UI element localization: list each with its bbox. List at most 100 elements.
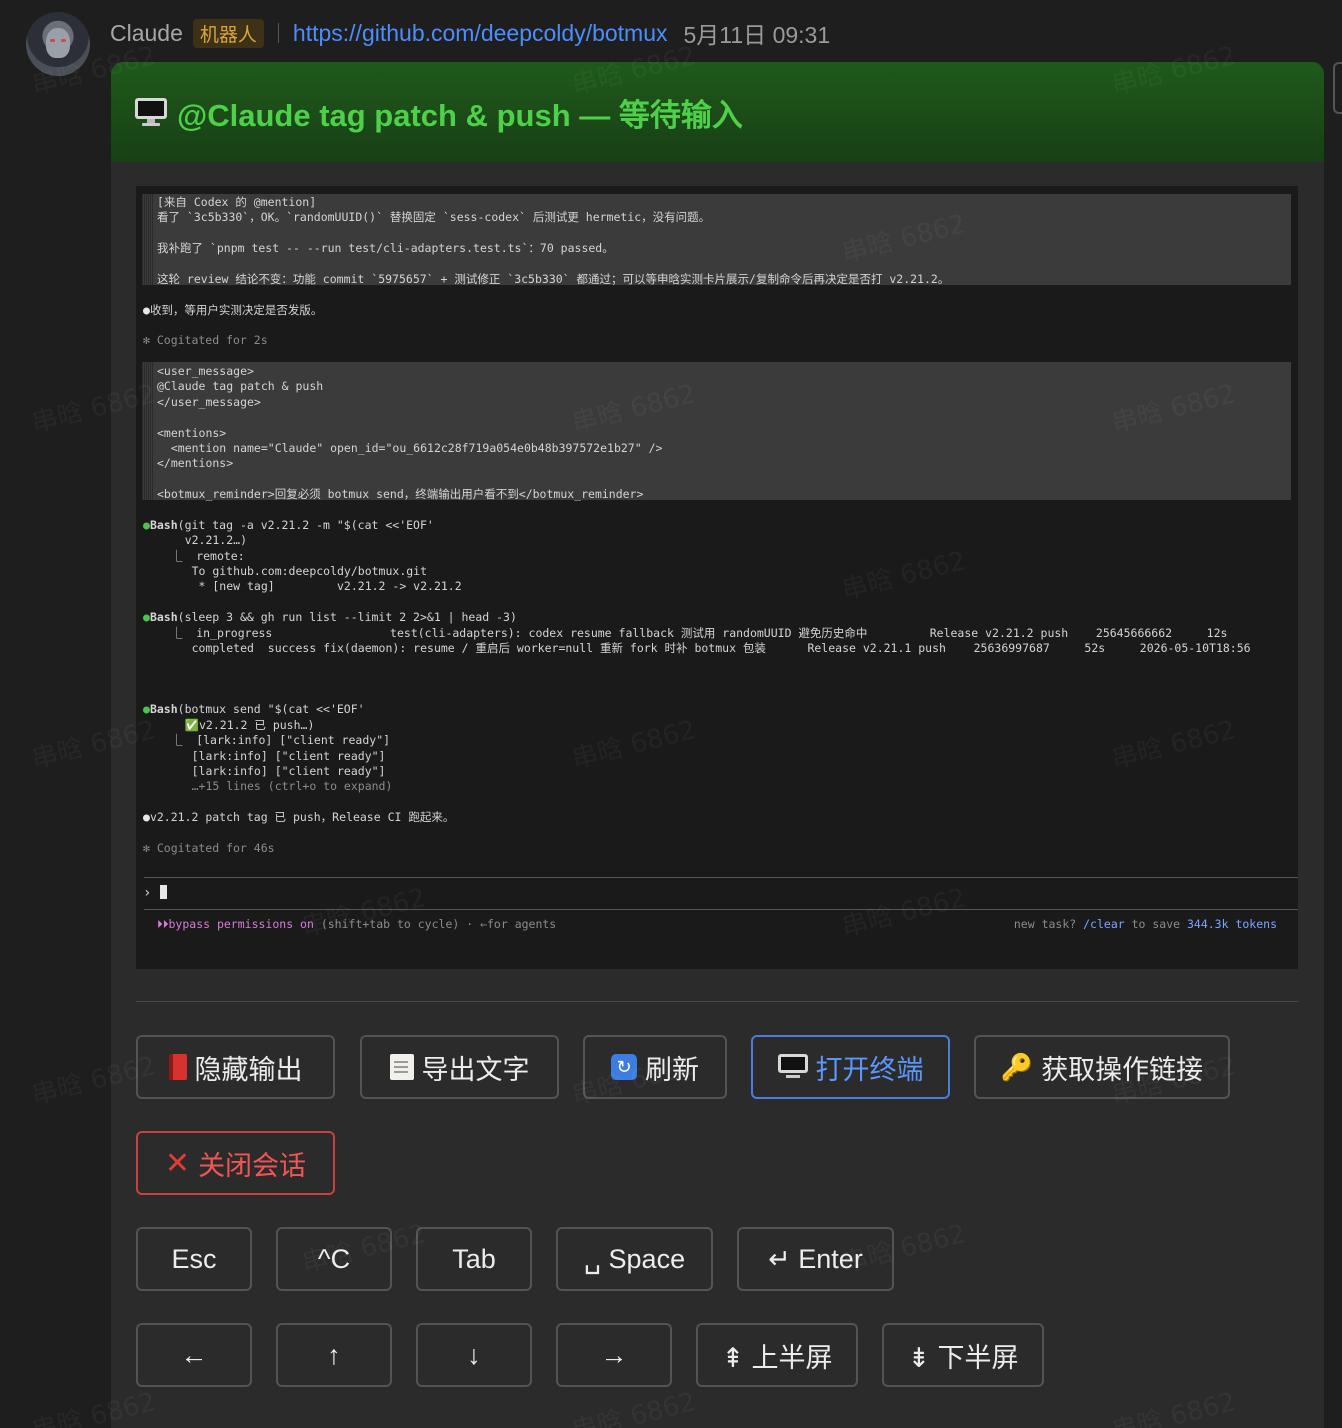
computer-icon bbox=[135, 98, 167, 126]
terminal-line: completed success fix(daemon): resume / … bbox=[157, 641, 1251, 655]
close-session-button[interactable]: ✕ 关闭会话 bbox=[136, 1131, 335, 1195]
terminal-line: @Claude tag patch & push bbox=[157, 379, 324, 393]
button-label: 隐藏输出 bbox=[194, 1054, 303, 1085]
button-label: 打开终端 bbox=[815, 1054, 924, 1085]
header-divider bbox=[277, 23, 279, 43]
book-icon bbox=[168, 1054, 187, 1080]
get-link-button[interactable]: 🔑 获取操作链接 bbox=[974, 1035, 1230, 1099]
text-cursor bbox=[159, 885, 167, 899]
card-title: @Claude tag patch & push — 等待输入 bbox=[177, 97, 743, 133]
bot-badge: 机器人 bbox=[192, 18, 264, 48]
robot-eye-icon bbox=[50, 39, 55, 42]
tool-command: (sleep 3 && gh run list --limit 2 2>&1 |… bbox=[177, 610, 517, 624]
hide-output-button[interactable]: 隐藏输出 bbox=[136, 1035, 335, 1099]
tool-name: Bash bbox=[149, 518, 178, 532]
tab-key-button[interactable]: Tab bbox=[416, 1227, 532, 1291]
card-divider bbox=[136, 1001, 1298, 1002]
terminal-line: 我补跑了 `pnpm test -- --run test/cli-adapte… bbox=[157, 241, 614, 255]
bypass-hint: (shift+tab to cycle) · ←for agents bbox=[313, 917, 557, 931]
arrow-down-button[interactable]: ↓ bbox=[416, 1323, 532, 1387]
terminal-line: [lark:info] ["client ready"] bbox=[157, 749, 386, 763]
adjacent-card-edge bbox=[1333, 62, 1342, 114]
message-time: 5月11日 09:31 bbox=[683, 22, 831, 48]
prompt-bottom-rule bbox=[144, 909, 1298, 910]
bypass-status: bypass permissions on bbox=[168, 917, 314, 931]
terminal-line: ⎿ in_progress test(cli-adapters): codex … bbox=[157, 626, 1228, 640]
refresh-icon: ↻ bbox=[611, 1054, 637, 1080]
cogitated-line: ✻ Cogitated for 46s bbox=[143, 841, 275, 855]
terminal-line: ⎿ remote: bbox=[157, 549, 245, 563]
terminal-line: 这轮 review 结论不变：功能 commit `5975657` + 测试修… bbox=[157, 272, 950, 286]
robot-eye-icon bbox=[61, 39, 66, 42]
esc-key-button[interactable]: Esc bbox=[136, 1227, 252, 1291]
export-text-button[interactable]: 导出文字 bbox=[360, 1035, 559, 1099]
assistant-reply: ●收到，等用户实测决定是否发版。 bbox=[143, 303, 322, 318]
ctrl-c-key-button[interactable]: ^C bbox=[276, 1227, 392, 1291]
page-up-button[interactable]: ⇞ 上半屏 bbox=[696, 1323, 858, 1387]
new-task-label: new task? bbox=[1013, 917, 1084, 931]
message-header: Claude 机器人 https://github.com/deepcoldy/… bbox=[110, 16, 830, 50]
bash-call: ●Bash(sleep 3 && gh run list --limit 2 2… bbox=[143, 610, 517, 625]
computer-icon bbox=[777, 1054, 808, 1080]
sender-name[interactable]: Claude bbox=[110, 20, 183, 47]
key-icon: 🔑 bbox=[1000, 1051, 1034, 1082]
tool-command: (git tag -a v2.21.2 -m "$(cat <<'EOF' bbox=[177, 518, 434, 532]
bash-call: ●Bash(git tag -a v2.21.2 -m "$(cat <<'EO… bbox=[143, 518, 434, 533]
prompt-top-rule bbox=[144, 877, 1298, 878]
open-terminal-button[interactable]: 打开终端 bbox=[751, 1035, 950, 1099]
terminal-line: To github.com:deepcoldy/botmux.git bbox=[157, 564, 428, 578]
robot-face-icon bbox=[46, 28, 70, 58]
arrow-right-button[interactable]: → bbox=[556, 1323, 672, 1387]
arrow-left-button[interactable]: ← bbox=[136, 1323, 252, 1387]
assistant-reply: ●v2.21.2 patch tag 已 push，Release CI 跑起来… bbox=[143, 810, 454, 825]
status-line: ⏵⏵bypass permissions on (shift+tab to cy… bbox=[157, 917, 556, 932]
terminal-line: ⎿ [lark:info] ["client ready"] bbox=[157, 733, 391, 747]
terminal-line: * [new tag] v2.21.2 -> v2.21.2 bbox=[157, 579, 462, 593]
terminal-line: <user_message> bbox=[157, 364, 254, 378]
terminal-line: v2.21.2…) bbox=[157, 533, 248, 547]
terminal-line: [来自 Codex 的 @mention] bbox=[157, 195, 317, 209]
terminal-line: <botmux_reminder>回复必须 botmux send，终端输出用户… bbox=[157, 487, 644, 501]
terminal-line: </mentions> bbox=[157, 456, 234, 470]
bullet-icon: ● bbox=[143, 610, 150, 624]
refresh-button[interactable]: ↻ 刷新 bbox=[583, 1035, 727, 1099]
prompt-input[interactable]: › bbox=[143, 884, 167, 902]
repo-link[interactable]: https://github.com/deepcoldy/botmux bbox=[293, 20, 668, 47]
prompt-chevron: › bbox=[143, 885, 152, 901]
clear-command: /clear bbox=[1083, 917, 1125, 931]
page-down-button[interactable]: ⇟ 下半屏 bbox=[882, 1323, 1044, 1387]
memo-icon bbox=[389, 1054, 414, 1080]
bullet-icon: ● bbox=[143, 810, 150, 824]
button-label: 获取操作链接 bbox=[1041, 1054, 1204, 1085]
message-card: @Claude tag patch & push — 等待输入 [来自 Code… bbox=[111, 62, 1324, 1428]
button-label: 导出文字 bbox=[421, 1054, 530, 1085]
card-header: @Claude tag patch & push — 等待输入 bbox=[111, 62, 1324, 162]
terminal-line: <mentions> bbox=[157, 426, 227, 440]
arrow-up-button[interactable]: ↑ bbox=[276, 1323, 392, 1387]
save-label: to save bbox=[1124, 917, 1187, 931]
terminal-line: ✅v2.21.2 已 push…) bbox=[157, 718, 315, 732]
token-status: new task? /clear to save 344.3k tokens bbox=[1014, 917, 1277, 932]
space-key-button[interactable]: ␣ Space bbox=[556, 1227, 713, 1291]
button-label: 关闭会话 bbox=[198, 1150, 307, 1181]
reply-text: v2.21.2 patch tag 已 push，Release CI 跑起来。 bbox=[149, 810, 455, 824]
close-icon: ✕ bbox=[164, 1146, 191, 1180]
bullet-icon: ● bbox=[143, 702, 150, 716]
tool-command: (botmux send "$(cat <<'EOF' bbox=[177, 702, 365, 716]
terminal-line: 看了 `3c5b330`，OK。`randomUUID()` 替换固定 `ses… bbox=[157, 210, 711, 224]
terminal-line: [lark:info] ["client ready"] bbox=[157, 764, 386, 778]
reply-text: 收到，等用户实测决定是否发版。 bbox=[149, 303, 323, 317]
bash-call: ●Bash(botmux send "$(cat <<'EOF' bbox=[143, 702, 365, 717]
tool-name: Bash bbox=[149, 702, 178, 716]
bypass-icon: ⏵⏵ bbox=[157, 917, 169, 931]
terminal-output[interactable]: [来自 Codex 的 @mention] 看了 `3c5b330`，OK。`r… bbox=[136, 186, 1298, 969]
cogitated-line: ✻ Cogitated for 2s bbox=[143, 333, 268, 347]
enter-key-button[interactable]: ↵ Enter bbox=[737, 1227, 894, 1291]
bullet-icon: ● bbox=[143, 518, 150, 532]
tool-name: Bash bbox=[149, 610, 178, 624]
avatar[interactable] bbox=[26, 12, 90, 76]
terminal-line: <mention name="Claude" open_id="ou_6612c… bbox=[157, 441, 663, 455]
bullet-icon: ● bbox=[143, 303, 150, 317]
button-label: 刷新 bbox=[645, 1054, 699, 1085]
expand-hint[interactable]: …+15 lines (ctrl+o to expand) bbox=[157, 779, 393, 794]
